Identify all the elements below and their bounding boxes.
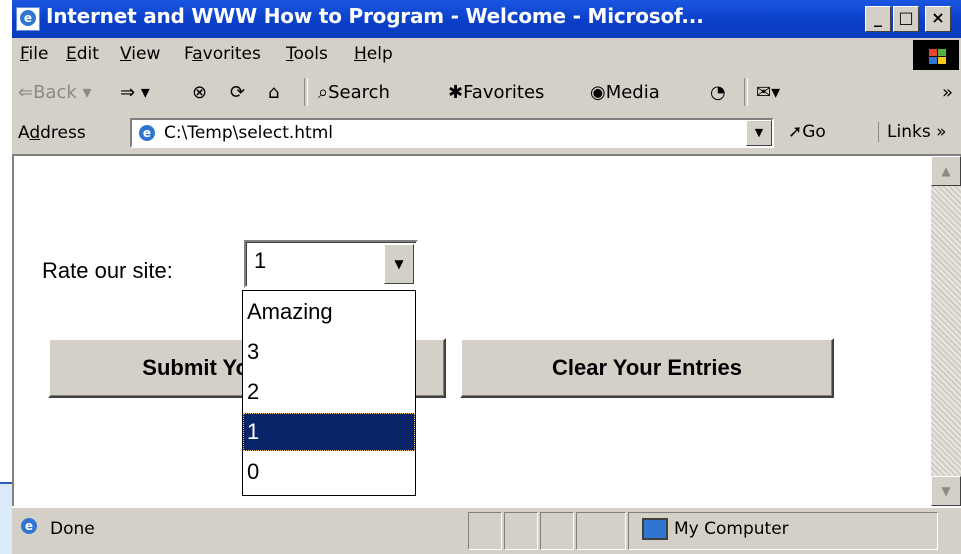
toolbar-separator (744, 78, 748, 106)
home-icon[interactable]: ⌂ (268, 82, 279, 103)
menu-view[interactable]: View (120, 44, 160, 64)
mail-button[interactable]: ✉▾ (756, 82, 780, 103)
menu-edit[interactable]: Edit (66, 44, 99, 64)
status-pane (468, 512, 502, 550)
toolbar-overflow-chevron-icon[interactable]: » (942, 82, 953, 103)
page-content: Rate our site: 1 ▼ Submit Your Entries C… (12, 154, 931, 506)
status-pane (504, 512, 538, 550)
title-bar[interactable]: e Internet and WWW How to Program - Welc… (12, 0, 961, 38)
menu-favorites[interactable]: Favorites (184, 44, 261, 64)
address-dropdown-button[interactable]: ▼ (746, 120, 772, 146)
address-label: Address (18, 123, 86, 143)
back-button[interactable]: ⇐Back ▾ (18, 82, 92, 103)
ie-status-icon: e (18, 516, 42, 540)
ie-icon: e (16, 7, 40, 31)
vertical-scrollbar[interactable]: ▲ ▼ (931, 154, 961, 506)
menu-file[interactable]: File (20, 44, 48, 64)
status-pane (576, 512, 626, 550)
menu-help[interactable]: Help (354, 44, 393, 64)
scroll-down-icon[interactable]: ▼ (931, 476, 961, 506)
option-3[interactable]: 3 (243, 333, 415, 371)
my-computer-icon (642, 518, 668, 540)
scroll-up-icon[interactable]: ▲ (931, 156, 961, 186)
chevron-down-icon[interactable]: ▼ (384, 244, 414, 284)
address-value: C:\Temp\select.html (164, 123, 333, 143)
menu-bar: File Edit View Favorites Tools Help (12, 38, 961, 73)
windows-logo-icon (913, 40, 959, 70)
history-icon[interactable]: ◔ (710, 82, 726, 103)
clear-button[interactable]: Clear Your Entries (460, 338, 834, 398)
go-button[interactable]: ➚Go (788, 122, 826, 142)
option-1-selected[interactable]: 1 (243, 413, 415, 451)
status-text: Done (50, 519, 95, 539)
maximize-button[interactable]: □ (893, 6, 919, 32)
option-amazing[interactable]: Amazing (243, 293, 415, 331)
browser-window: e Internet and WWW How to Program - Welc… (12, 0, 961, 554)
address-bar: Address e C:\Temp\select.html ▼ ➚Go Link… (12, 112, 961, 156)
zone-text: My Computer (674, 519, 789, 539)
favorites-button[interactable]: ✱Favorites (448, 82, 544, 103)
menu-tools[interactable]: Tools (286, 44, 328, 64)
media-button[interactable]: ◉Media (590, 82, 660, 103)
status-pane (540, 512, 574, 550)
minimize-button[interactable]: _ (865, 6, 891, 32)
refresh-icon[interactable]: ⟳ (230, 82, 245, 103)
forward-button[interactable]: ⇒ ▾ (120, 82, 150, 103)
rating-select[interactable]: 1 ▼ (244, 240, 418, 288)
background-slide-edge (0, 482, 12, 554)
search-button[interactable]: ⌕Search (318, 82, 390, 103)
close-button[interactable]: × (925, 6, 951, 32)
option-2[interactable]: 2 (243, 373, 415, 411)
status-bar: e Done My Computer (12, 506, 961, 554)
address-input[interactable]: e C:\Temp\select.html ▼ (130, 118, 774, 148)
rating-select-value: 1 (254, 248, 267, 273)
links-button[interactable]: Links » (878, 122, 946, 142)
stop-icon[interactable]: ⊗ (192, 82, 207, 103)
window-title: Internet and WWW How to Program - Welcom… (46, 4, 704, 28)
option-0[interactable]: 0 (243, 453, 415, 491)
standard-toolbar: ⇐Back ▾ ⇒ ▾ ⊗ ⟳ ⌂ ⌕Search ✱Favorites ◉Me… (12, 72, 961, 113)
rate-label: Rate our site: (42, 258, 173, 283)
toolbar-separator (304, 78, 308, 106)
page-icon: e (136, 123, 158, 145)
rating-options-list[interactable]: Amazing 3 2 1 0 (242, 290, 416, 496)
